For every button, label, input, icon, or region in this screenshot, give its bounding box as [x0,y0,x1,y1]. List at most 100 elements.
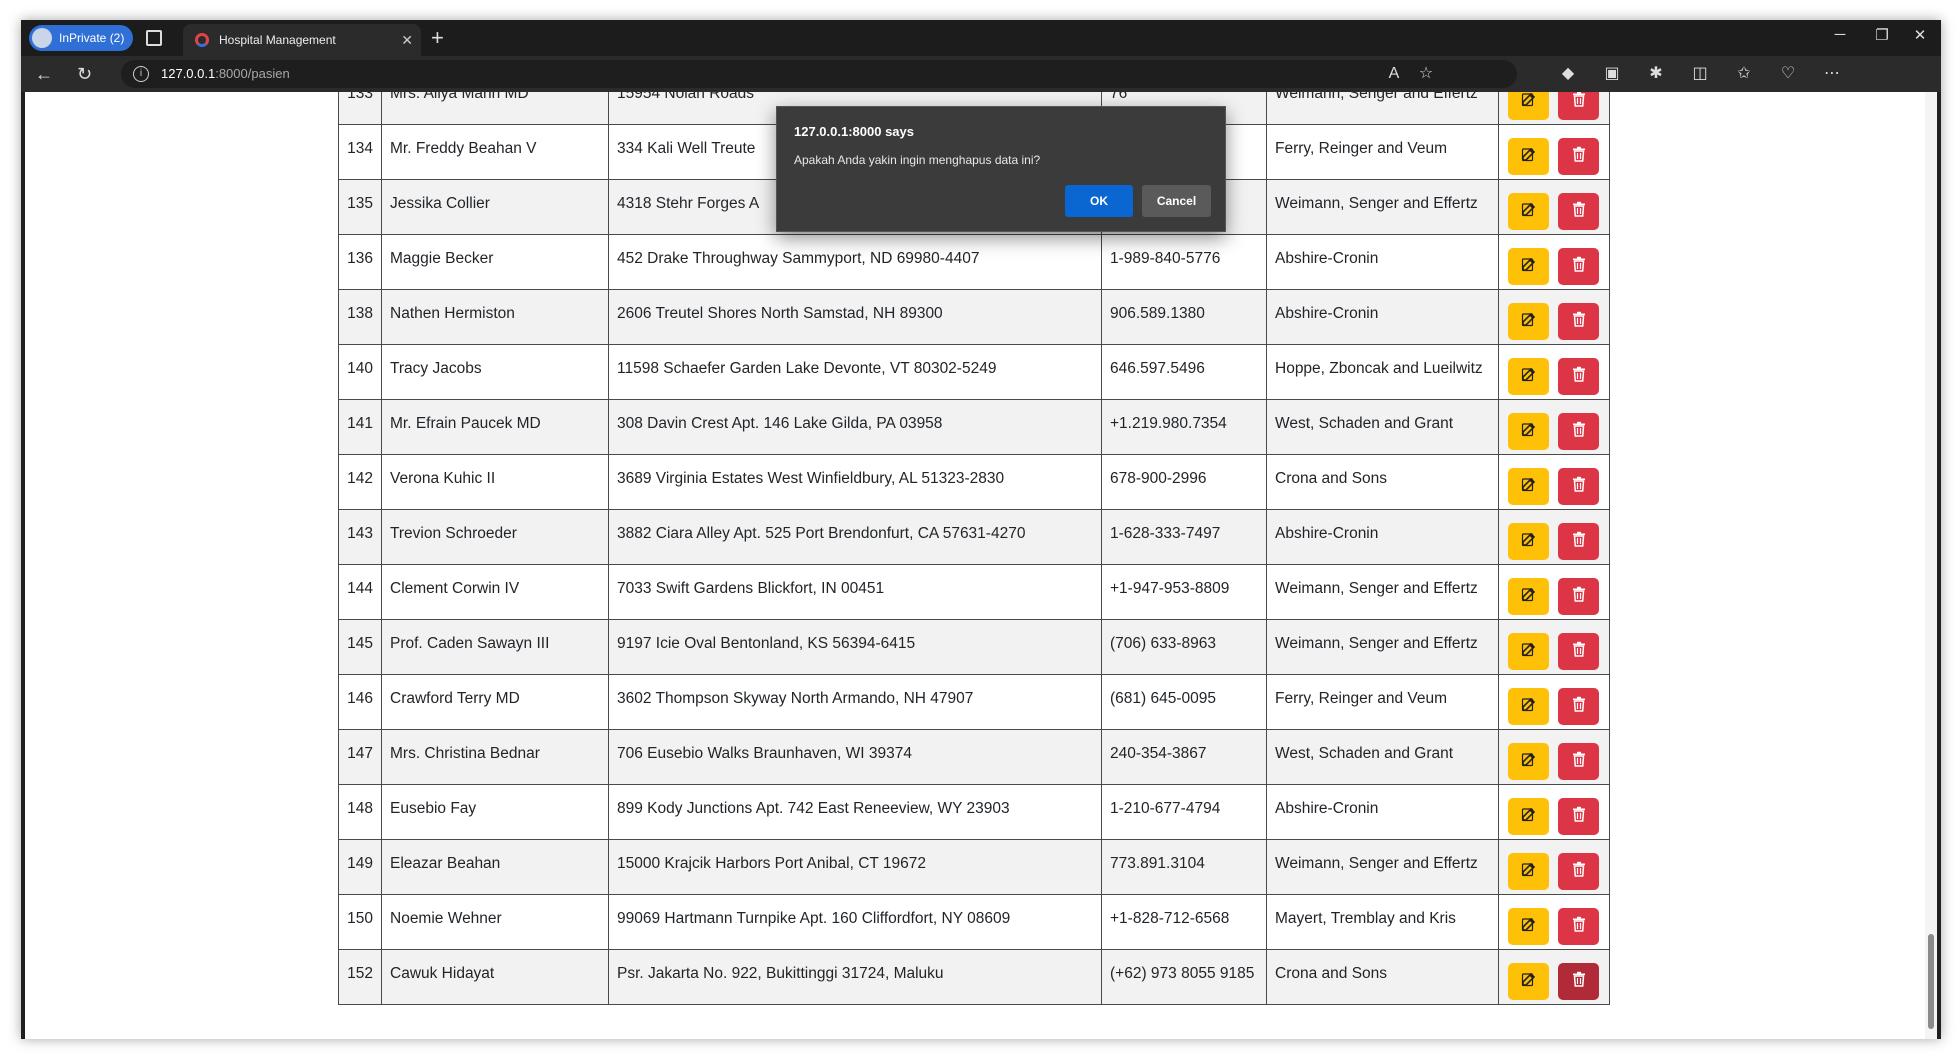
delete-button[interactable] [1558,687,1599,725]
delete-button[interactable] [1558,962,1599,1000]
url-path: :8000/pasien [215,66,290,81]
back-icon[interactable]: ← [35,64,53,84]
patient-organization: Abshire-Cronin [1266,509,1499,565]
delete-button[interactable] [1558,632,1599,670]
action-buttons [1499,92,1609,120]
favorites-icon[interactable]: ✩ [1733,64,1755,84]
edit-icon [1521,476,1537,497]
delete-button[interactable] [1558,92,1599,120]
delete-button[interactable] [1558,192,1599,230]
action-buttons [1499,570,1609,615]
table-row: 145 Prof. Caden Sawayn III 9197 Icie Oval … [338,619,1610,675]
edit-button[interactable] [1508,852,1549,890]
patient-organization: Abshire-Cronin [1266,289,1499,345]
edit-button[interactable] [1508,687,1549,725]
edit-button[interactable] [1508,577,1549,615]
row-actions [1498,124,1610,180]
extension-2-icon[interactable]: ▣ [1601,64,1623,84]
patient-address: 99069 Hartmann Turnpike Apt. 160 Cliffor… [608,894,1102,950]
action-buttons [1499,240,1609,285]
patient-organization: Abshire-Cronin [1266,784,1499,840]
url-input[interactable]: i 127.0.0.1:8000/pasien A ☆ [121,60,1517,88]
trash-icon [1572,366,1586,387]
delete-button[interactable] [1558,137,1599,175]
edit-button[interactable] [1508,632,1549,670]
row-id: 149 [338,839,382,895]
site-info-icon[interactable]: i [133,66,149,82]
extension-icon[interactable]: ◆ [1557,64,1579,84]
close-tab-icon[interactable]: ✕ [401,24,413,56]
delete-button[interactable] [1558,797,1599,835]
new-tab-icon[interactable]: + [431,26,444,50]
edit-button[interactable] [1508,357,1549,395]
restore-icon[interactable]: ❐ [1867,26,1897,44]
delete-button[interactable] [1558,467,1599,505]
patient-phone: 646.597.5496 [1101,344,1267,400]
edit-button[interactable] [1508,467,1549,505]
action-buttons [1499,295,1609,340]
row-actions [1498,784,1610,840]
minimize-icon[interactable]: ─ [1825,26,1855,43]
patient-phone: 240-354-3867 [1101,729,1267,785]
row-actions [1498,234,1610,290]
edit-button[interactable] [1508,302,1549,340]
row-actions [1498,674,1610,730]
patient-phone: 1-628-333-7497 [1101,509,1267,565]
table-row: 148 Eusebio Fay 899 Kody Junctions Apt. 74… [338,784,1610,840]
ok-button[interactable]: OK [1065,185,1133,217]
scrollbar[interactable] [1925,92,1937,1039]
patient-name: Mr. Efrain Paucek MD [381,399,609,455]
edit-button[interactable] [1508,797,1549,835]
favicon-icon [195,33,209,47]
edit-button[interactable] [1508,412,1549,450]
read-aloud-icon[interactable]: A [1383,64,1405,84]
split-screen-icon[interactable]: ◫ [1689,64,1711,84]
delete-button[interactable] [1558,577,1599,615]
settings-more-icon[interactable]: ⋯ [1821,64,1843,84]
delete-button[interactable] [1558,522,1599,560]
delete-button[interactable] [1558,907,1599,945]
dialog-message: Apakah Anda yakin ingin menghapus data i… [794,153,1041,167]
edit-button[interactable] [1508,907,1549,945]
edit-button[interactable] [1508,247,1549,285]
patient-organization: Ferry, Reinger and Veum [1266,674,1499,730]
action-buttons [1499,350,1609,395]
patient-address: 706 Eusebio Walks Braunhaven, WI 39374 [608,729,1102,785]
action-buttons [1499,955,1609,1000]
extensions-puzzle-icon[interactable]: ✱ [1645,64,1667,84]
delete-button[interactable] [1558,742,1599,780]
action-buttons [1499,130,1609,175]
patient-organization: Weimann, Senger and Effertz [1266,564,1499,620]
patient-name: Mrs. Aliya Mann MD [381,92,609,125]
delete-button[interactable] [1558,412,1599,450]
row-id: 150 [338,894,382,950]
delete-button[interactable] [1558,247,1599,285]
inprivate-badge[interactable]: InPrivate (2) [29,25,133,51]
edit-button[interactable] [1508,522,1549,560]
row-id: 143 [338,509,382,565]
trash-icon [1572,916,1586,937]
delete-button[interactable] [1558,357,1599,395]
edit-icon [1521,861,1537,882]
edit-button[interactable] [1508,92,1549,120]
edit-icon [1521,311,1537,332]
close-window-icon[interactable]: ✕ [1905,26,1935,44]
tab-actions-icon[interactable] [146,30,162,46]
refresh-icon[interactable]: ↻ [77,64,92,84]
favorite-star-icon[interactable]: ☆ [1415,64,1437,84]
trash-icon [1572,256,1586,277]
delete-button[interactable] [1558,852,1599,890]
cancel-button[interactable]: Cancel [1142,185,1211,217]
patient-organization: West, Schaden and Grant [1266,399,1499,455]
edit-button[interactable] [1508,742,1549,780]
patient-organization: Ferry, Reinger and Veum [1266,124,1499,180]
edit-button[interactable] [1508,137,1549,175]
browser-essentials-icon[interactable]: ♡ [1777,64,1799,84]
scrollbar-thumb[interactable] [1928,934,1934,1029]
tab-hospital-management[interactable]: Hospital Management ✕ [183,24,421,56]
edit-button[interactable] [1508,962,1549,1000]
edit-icon [1521,641,1537,662]
patient-phone: (706) 633-8963 [1101,619,1267,675]
delete-button[interactable] [1558,302,1599,340]
edit-button[interactable] [1508,192,1549,230]
